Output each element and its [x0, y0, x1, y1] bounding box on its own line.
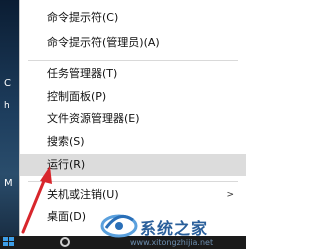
desktop-text-fragment: M [4, 178, 13, 189]
watermark: 系统之家 www.xitongzhijia.net [100, 208, 246, 249]
menu-item-file-explorer[interactable]: 文件资源管理器(E) [20, 108, 246, 130]
chevron-right-icon: > [226, 190, 234, 200]
menu-item-label: 搜索(S) [47, 135, 85, 148]
menu-item-label: 运行(R) [47, 158, 86, 171]
menu-item-label: 命令提示符(管理员)(A) [47, 36, 160, 49]
menu-item-label: 控制面板(P) [47, 90, 107, 103]
menu-item-label: 桌面(D) [47, 210, 87, 223]
menu-item-search[interactable]: 搜索(S) [20, 131, 246, 153]
watermark-url-text: www.xitongzhijia.net [130, 238, 214, 247]
desktop-text-fragment: C [4, 78, 11, 89]
menu-item-command-prompt[interactable]: 命令提示符(C) [20, 7, 246, 29]
menu-item-label: 文件资源管理器(E) [47, 112, 140, 125]
menu-item-task-manager[interactable]: 任务管理器(T) [20, 63, 246, 85]
watermark-logo-icon [100, 214, 138, 238]
menu-item-run[interactable]: 运行(R) [20, 154, 246, 176]
menu-item-label: 命令提示符(C) [47, 11, 119, 24]
watermark-brand-text: 系统之家 [140, 219, 209, 238]
menu-separator [28, 60, 238, 61]
desktop-text-fragment: h [4, 101, 10, 111]
desktop-background: C h M [0, 0, 19, 249]
menu-separator [28, 181, 238, 182]
menu-item-command-prompt-admin[interactable]: 命令提示符(管理员)(A) [20, 32, 246, 54]
menu-item-label: 任务管理器(T) [47, 67, 118, 80]
cortana-circle-icon[interactable] [60, 237, 70, 247]
windows-logo-icon[interactable] [3, 237, 15, 248]
menu-item-control-panel[interactable]: 控制面板(P) [20, 86, 246, 108]
menu-item-shutdown-signout[interactable]: 关机或注销(U) > [20, 184, 246, 206]
screen: C h M 命令提示符(C) 命令提示符(管理员)(A) 任务管理器(T) 控制… [0, 0, 246, 249]
winx-context-menu: 命令提示符(C) 命令提示符(管理员)(A) 任务管理器(T) 控制面板(P) … [19, 0, 246, 238]
menu-item-label: 关机或注销(U) [47, 188, 119, 201]
